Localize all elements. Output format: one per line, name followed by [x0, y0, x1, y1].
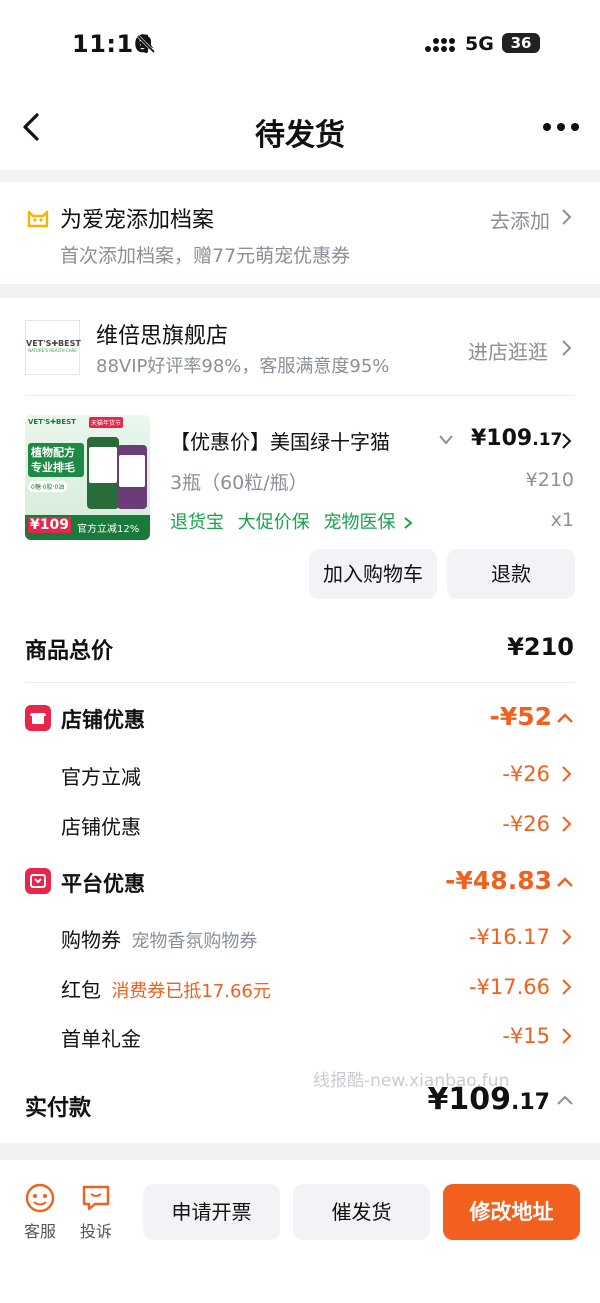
visit-store-link[interactable]: 进店逛逛 — [468, 336, 548, 365]
total-value: ¥210 — [507, 633, 574, 661]
red-packet-row: 红包 消费券已抵17.66元 — [61, 974, 271, 1003]
product-image-promo: 官方立减12% — [77, 524, 140, 535]
divider — [25, 682, 575, 683]
silent-bell-icon — [136, 34, 156, 54]
red-packet-label: 红包 — [61, 978, 101, 1002]
store-logo-sub: NATURE'S HEALTH CARE — [28, 348, 77, 353]
chevron-up-icon[interactable] — [556, 712, 574, 724]
chevron-right-icon[interactable] — [560, 432, 572, 450]
product-image-headline: 植物配方 专业排毛 — [28, 443, 84, 477]
chevron-right-icon[interactable] — [560, 1027, 572, 1045]
paid-amount: ¥109.17 — [400, 1082, 550, 1117]
divider — [25, 395, 575, 396]
official-discount-label: 官方立减 — [61, 765, 141, 789]
pet-profile-title: 为爱宠添加档案 — [60, 208, 215, 233]
paid-label: 实付款 — [25, 1096, 92, 1121]
total-label: 商品总价 — [25, 639, 114, 664]
pet-profile-add-link[interactable]: 去添加 — [490, 205, 550, 234]
modify-address-button[interactable]: 修改地址 — [443, 1184, 580, 1240]
product-image-headline-1: 植物配方 — [31, 446, 75, 459]
store-coupon-value: -¥26 — [502, 812, 550, 836]
tag-return-insurance: 退货宝 — [170, 512, 224, 533]
customer-service-label: 客服 — [23, 1222, 56, 1241]
chevron-down-icon[interactable] — [438, 434, 454, 446]
apply-invoice-button[interactable]: 申请开票 — [143, 1184, 280, 1240]
tag-price-protection: 大促价保 — [237, 512, 310, 533]
complain-icon — [82, 1185, 110, 1211]
chevron-right-icon[interactable] — [560, 928, 572, 946]
customer-service-icon — [25, 1183, 55, 1213]
product-quantity: x1 — [550, 509, 574, 531]
first-order-value: -¥15 — [502, 1024, 550, 1048]
platform-discount-value: -¥48.83 — [445, 866, 552, 895]
nav-bar: 待发货 — [0, 90, 600, 170]
add-to-cart-button[interactable]: 加入购物车 — [309, 549, 437, 599]
shopping-coupon-label: 购物券 — [61, 928, 121, 952]
product-image-price: ¥109 — [28, 517, 71, 533]
product-bottle — [87, 437, 119, 509]
complain-label: 投诉 — [79, 1222, 112, 1241]
product-price-main: ¥109 — [471, 426, 533, 451]
original-price: ¥210 — [525, 469, 574, 491]
product-image-chips: 0糖·0胶·0油 — [28, 481, 68, 492]
product-image[interactable]: VET'S✚BEST 天猫年货节 植物配方 专业排毛 0糖·0胶·0油 ¥109… — [25, 415, 150, 540]
product-image-footer: ¥109 官方立减12% — [25, 515, 150, 540]
status-bar: 11:16 5G 36 — [0, 0, 600, 90]
service-tags[interactable]: 退货宝 大促价保 宠物医保 — [170, 508, 413, 534]
store-name[interactable]: 维倍思旗舰店 — [96, 318, 228, 350]
paid-main: ¥109 — [427, 1082, 512, 1117]
red-packet-note: 消费券已抵17.66元 — [111, 981, 271, 1002]
chevron-right-icon — [562, 340, 572, 356]
shopping-coupon-value: -¥16.17 — [468, 925, 550, 949]
product-bottle — [117, 445, 147, 509]
battery-icon: 36 — [502, 33, 540, 53]
chevron-up-icon[interactable] — [556, 876, 574, 888]
signal-icon — [425, 38, 455, 52]
store-coupon-label: 店铺优惠 — [61, 815, 141, 839]
pet-cat-icon — [27, 210, 49, 228]
store-discount-icon — [25, 705, 51, 731]
store-logo-text: VET'S✚BEST — [26, 339, 81, 348]
refund-button[interactable]: 退款 — [447, 549, 575, 599]
page-title: 待发货 — [255, 118, 345, 153]
shopping-coupon-row: 购物券 宠物香氛购物券 — [61, 924, 257, 953]
chevron-right-icon[interactable] — [560, 978, 572, 996]
platform-discount-icon — [25, 868, 51, 894]
tag-pet-insurance: 宠物医保 — [323, 512, 396, 533]
more-icon[interactable] — [542, 122, 580, 132]
store-discount-value: -¥52 — [489, 702, 552, 731]
store-logo[interactable]: VET'S✚BEST NATURE'S HEALTH CARE — [25, 320, 81, 375]
customer-service-button[interactable]: 客服 — [18, 1182, 62, 1242]
network-type: 5G — [465, 33, 494, 55]
product-image-headline-2: 专业排毛 — [31, 461, 75, 474]
paid-decimal: .17 — [511, 1090, 550, 1115]
shopping-coupon-note: 宠物香氛购物券 — [131, 931, 258, 952]
chevron-right-icon — [404, 517, 413, 529]
battery-level: 36 — [510, 34, 532, 52]
chevron-right-icon[interactable] — [560, 815, 572, 833]
product-spec: 3瓶（60粒/瓶） — [170, 472, 308, 494]
red-packet-value: -¥17.66 — [468, 975, 550, 999]
product-price-decimal: .17 — [532, 430, 563, 450]
product-price: ¥109.17 — [471, 426, 562, 451]
pet-profile-subtitle: 首次添加档案，赠77元萌宠优惠券 — [60, 245, 351, 267]
store-discount-label: 店铺优惠 — [61, 708, 145, 732]
product-image-brand: VET'S✚BEST — [28, 418, 76, 426]
bottom-action-bar: 客服 投诉 申请开票 催发货 修改地址 — [0, 1160, 600, 1303]
official-discount-value: -¥26 — [502, 762, 550, 786]
complain-button[interactable]: 投诉 — [74, 1182, 118, 1242]
chevron-up-icon[interactable] — [556, 1094, 574, 1106]
store-stats: 88VIP好评率98%，客服满意度95% — [96, 356, 390, 377]
platform-discount-label: 平台优惠 — [61, 872, 145, 896]
pet-profile-card[interactable]: 为爱宠添加档案 首次添加档案，赠77元萌宠优惠券 去添加 — [0, 182, 600, 284]
first-order-label: 首单礼金 — [61, 1027, 141, 1051]
product-title[interactable]: 【优惠价】美国绿十字猫 — [170, 426, 420, 455]
chevron-right-icon[interactable] — [560, 765, 572, 783]
order-card: VET'S✚BEST NATURE'S HEALTH CARE 维倍思旗舰店 8… — [0, 298, 600, 1143]
chevron-right-icon — [562, 209, 572, 225]
product-image-badge: 天猫年货节 — [89, 417, 124, 428]
urge-shipping-button[interactable]: 催发货 — [293, 1184, 430, 1240]
